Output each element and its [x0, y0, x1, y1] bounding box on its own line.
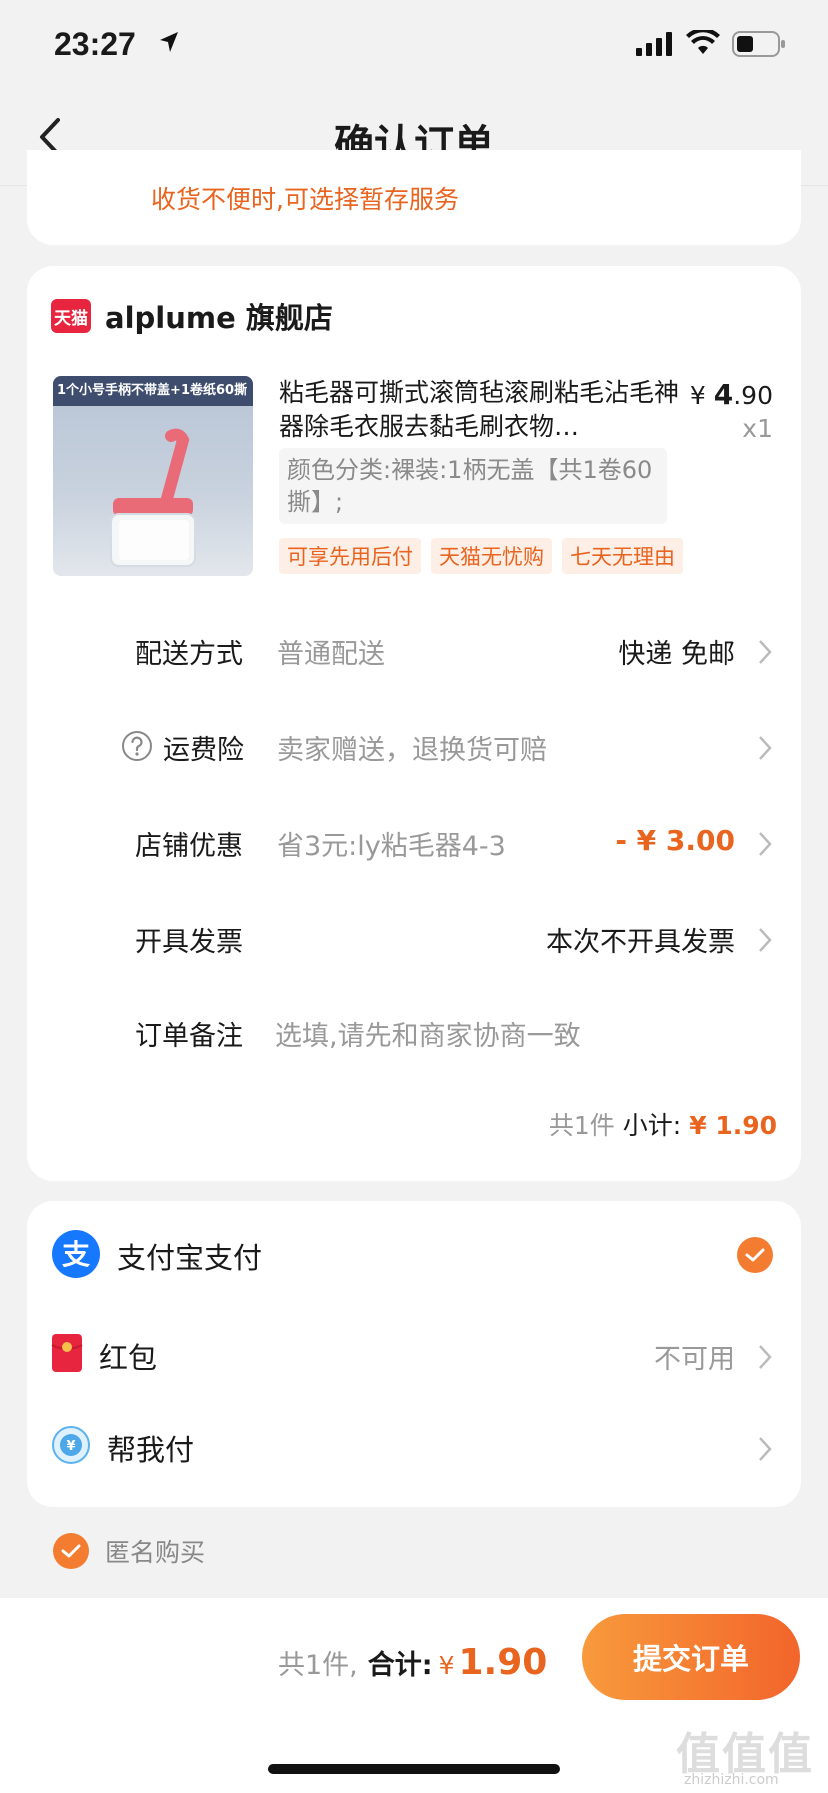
discount-value: 省3元:ly粘毛器4-3 [277, 831, 506, 862]
chevron-right-icon [759, 1437, 772, 1461]
shipping-insurance-row[interactable]: 运费险 卖家赠送，退换货可赔 [27, 718, 801, 778]
chevron-right-icon [759, 832, 772, 856]
help-pay-row[interactable]: ¥ 帮我付 [27, 1413, 801, 1483]
chevron-right-icon [759, 928, 772, 952]
discount-label: 店铺优惠 [135, 831, 243, 862]
help-pay-label: 帮我付 [107, 1433, 195, 1467]
submit-order-button[interactable]: 提交订单 [582, 1614, 800, 1700]
subtotal-amount: ¥ 1.90 [689, 1111, 777, 1140]
order-note-row: 订单备注 选填,请先和商家协商一致 [27, 1004, 801, 1064]
chevron-right-icon [759, 640, 772, 664]
location-arrow-icon [160, 32, 178, 52]
product-image[interactable]: 1个小号手柄不带盖+1卷纸60撕 [53, 376, 253, 576]
chevron-right-icon [759, 736, 772, 760]
product-quantity: x1 [742, 414, 773, 443]
status-bar: 23:27 [0, 0, 828, 90]
product-price: ¥ 4.90 [690, 378, 773, 411]
product-tags: 可享先用后付 天猫无忧购 七天无理由 [279, 538, 691, 574]
invoice-label: 开具发票 [135, 927, 243, 958]
note-label: 订单备注 [135, 1021, 243, 1052]
tag-pay-later: 可享先用后付 [279, 538, 421, 574]
alipay-selected-check-icon[interactable] [737, 1237, 773, 1273]
order-note-input[interactable]: 选填,请先和商家协商一致 [275, 1014, 581, 1053]
discount-amount: - ¥ 3.00 [615, 824, 735, 857]
total-label: 合计: [367, 1650, 433, 1681]
total-count: 共1件, [278, 1650, 358, 1681]
store-header[interactable]: 天猫 alplume 旗舰店 [51, 296, 333, 336]
status-time: 23:27 [54, 26, 136, 62]
subtotal: 共1件 小计: ¥ 1.90 [549, 1106, 777, 1142]
svg-text:支: 支 [62, 1238, 90, 1271]
delivery-notice-card: 收货不便时,可选择暂存服务 [27, 150, 801, 245]
insurance-value: 卖家赠送，退换货可赔 [277, 735, 547, 766]
store-discount-row[interactable]: 店铺优惠 省3元:ly粘毛器4-3 - ¥ 3.00 [27, 814, 801, 874]
red-packet-status: 不可用 [654, 1344, 735, 1375]
alipay-label: 支付宝支付 [117, 1241, 263, 1275]
cellular-signal-icon [636, 32, 672, 56]
chevron-right-icon [759, 1345, 772, 1369]
alipay-row[interactable]: 支 支付宝支付 [27, 1221, 801, 1291]
payment-card: 支 支付宝支付 红包 不可用 ¥ 帮我付 [27, 1201, 801, 1507]
delivery-right: 快递 免邮 [618, 639, 735, 670]
help-pay-icon: ¥ [52, 1426, 90, 1464]
total-amount: 1.90 [458, 1642, 548, 1683]
invoice-row[interactable]: 开具发票 本次不开具发票 [27, 910, 801, 970]
delivery-method-row[interactable]: 配送方式 普通配送 快递 免邮 [27, 622, 801, 682]
red-packet-row[interactable]: 红包 不可用 [27, 1321, 801, 1391]
tag-tmall-worry-free: 天猫无忧购 [431, 538, 552, 574]
subtotal-count: 共1件 [548, 1111, 615, 1140]
battery-icon [732, 31, 785, 57]
watermark-url: zhizhizhi.com [684, 1772, 779, 1788]
anonymous-check-icon[interactable] [53, 1533, 89, 1569]
tag-seven-day-return: 七天无理由 [562, 538, 683, 574]
price-symbol: ¥ [689, 381, 714, 410]
delivery-label: 配送方式 [135, 639, 243, 670]
red-packet-icon [51, 1334, 83, 1372]
alipay-icon: 支 [52, 1230, 100, 1278]
order-total: 共1件, 合计: ¥ 1.90 [278, 1642, 547, 1683]
home-indicator[interactable] [268, 1764, 560, 1774]
invoice-right: 本次不开具发票 [546, 927, 735, 958]
product-image-banner: 1个小号手柄不带盖+1卷纸60撕 [53, 376, 253, 406]
product-sku[interactable]: 颜色分类:裸装:1柄无盖【共1卷60撕】; [279, 448, 667, 524]
lint-roller-illustration [110, 428, 196, 567]
subtotal-label: 小计: [622, 1111, 682, 1140]
product-title[interactable]: 粘毛器可撕式滚筒毡滚刷粘毛沾毛神器除毛衣服去黏毛刷衣物… [279, 376, 689, 444]
price-decimal: .90 [733, 381, 773, 410]
total-yen: ¥ [438, 1651, 455, 1680]
checkout-bar: 共1件, 合计: ¥ 1.90 提交订单 值值值 zhizhizhi.com [0, 1598, 828, 1793]
storage-service-notice[interactable]: 收货不便时,可选择暂存服务 [151, 180, 459, 216]
wifi-icon [686, 30, 720, 54]
svg-text:¥: ¥ [66, 1439, 75, 1454]
help-circle-icon[interactable] [121, 730, 153, 762]
delivery-value: 普通配送 [277, 639, 385, 670]
insurance-label: 运费险 [163, 735, 244, 766]
anonymous-label: 匿名购买 [105, 1538, 206, 1567]
anonymous-purchase-option[interactable]: 匿名购买 [53, 1533, 205, 1569]
price-integer: 4 [713, 378, 734, 411]
store-name: alplume 旗舰店 [105, 301, 333, 335]
store-order-card: 天猫 alplume 旗舰店 1个小号手柄不带盖+1卷纸60撕 粘毛器可撕式滚筒… [27, 266, 801, 1181]
red-packet-label: 红包 [99, 1341, 158, 1375]
tmall-logo-icon: 天猫 [51, 299, 91, 333]
